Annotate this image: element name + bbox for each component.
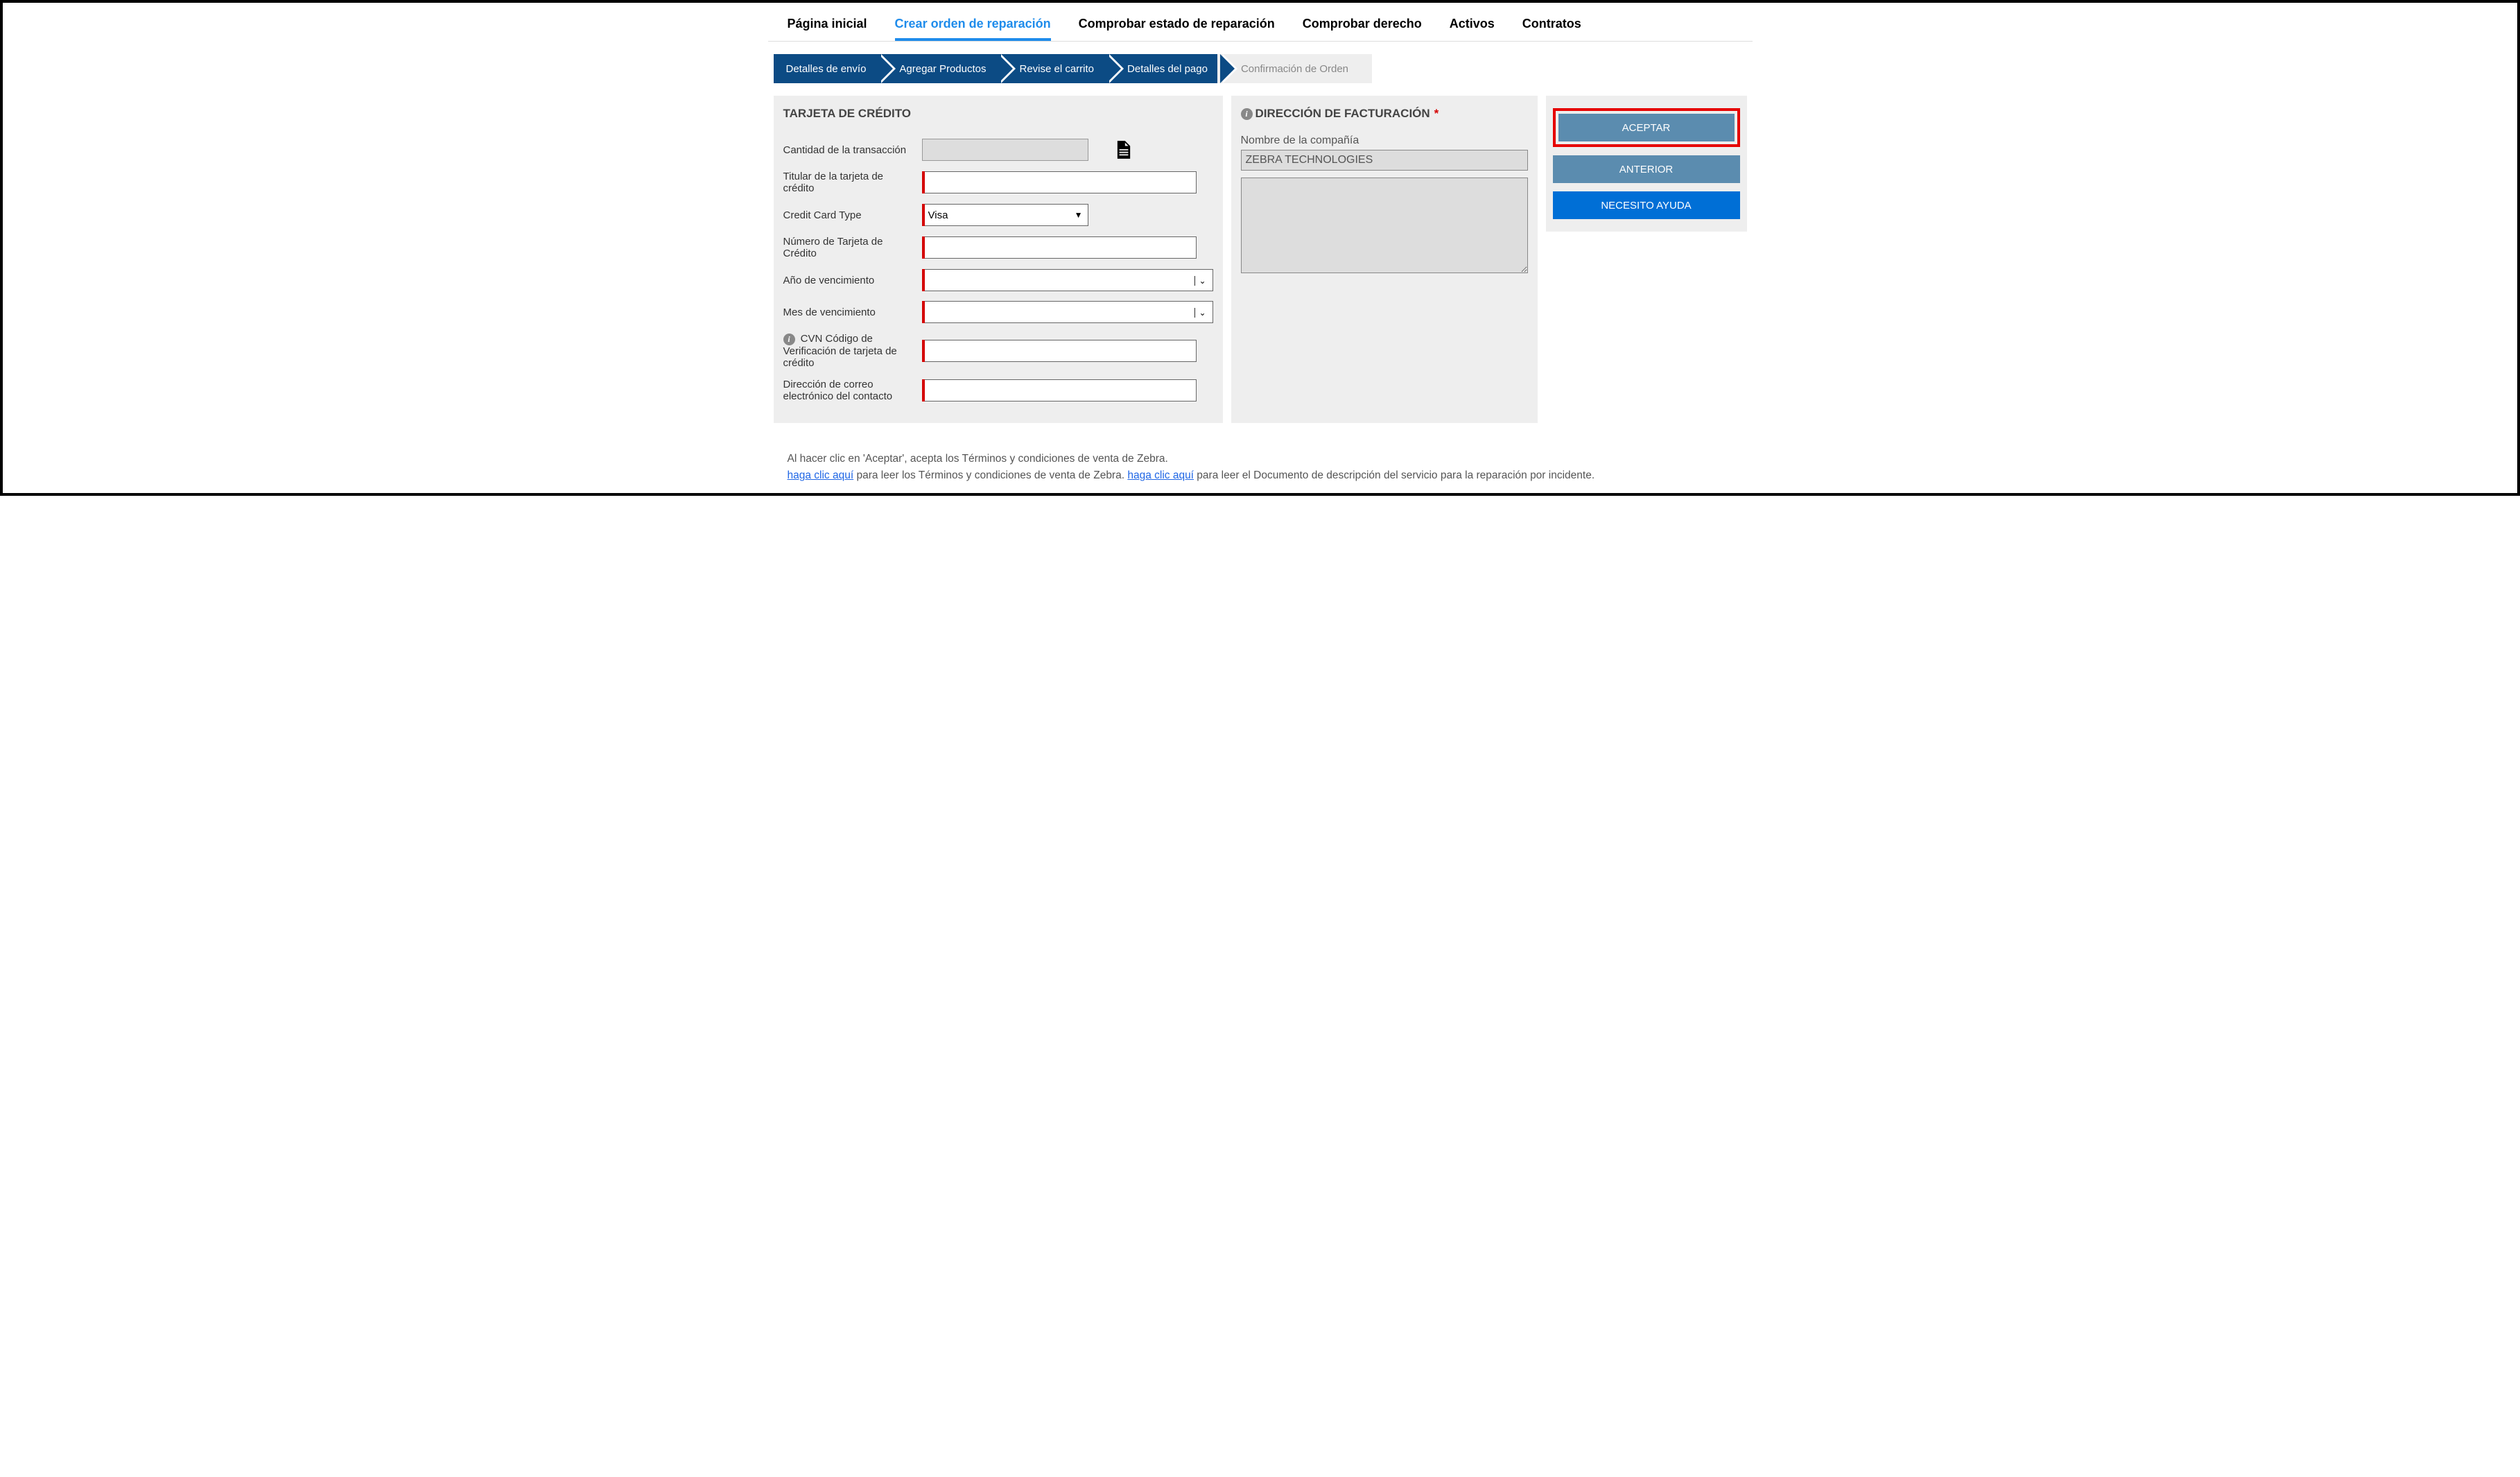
step-confirmacion: Confirmación de Orden xyxy=(1217,54,1372,83)
exp-year-select[interactable] xyxy=(922,269,1213,291)
exp-month-label: Mes de vencimiento xyxy=(783,306,922,318)
exp-month-select[interactable] xyxy=(922,301,1213,323)
credit-card-panel: TARJETA DE CRÉDITO Cantidad de la transa… xyxy=(774,96,1223,423)
card-type-label: Credit Card Type xyxy=(783,209,922,221)
footer-text: Al hacer clic en 'Aceptar', acepta los T… xyxy=(788,451,1744,485)
credit-card-title: TARJETA DE CRÉDITO xyxy=(783,107,1213,129)
help-button[interactable]: NECESITO AYUDA xyxy=(1553,191,1740,219)
footer-line1: Al hacer clic en 'Aceptar', acepta los T… xyxy=(788,453,1168,465)
info-icon[interactable]: i xyxy=(783,334,795,345)
cvn-input[interactable] xyxy=(922,340,1197,362)
top-nav: Página inicial Crear orden de reparación… xyxy=(768,11,1753,42)
amount-input[interactable] xyxy=(922,139,1088,161)
previous-button[interactable]: ANTERIOR xyxy=(1553,155,1740,183)
nav-comprobar-estado[interactable]: Comprobar estado de reparación xyxy=(1079,17,1275,41)
card-number-label: Número de Tarjeta de Crédito xyxy=(783,236,922,259)
terms-link[interactable]: haga clic aquí xyxy=(788,469,854,481)
document-icon[interactable] xyxy=(1116,140,1131,159)
footer-end2: para leer el Documento de descripción de… xyxy=(1194,469,1594,481)
actions-panel: ACEPTAR ANTERIOR NECESITO AYUDA xyxy=(1546,96,1747,232)
email-label: Dirección de correo electrónico del cont… xyxy=(783,379,922,402)
required-star: * xyxy=(1434,107,1439,121)
holder-input[interactable] xyxy=(922,171,1197,193)
card-number-input[interactable] xyxy=(922,236,1197,259)
company-input[interactable] xyxy=(1241,150,1528,171)
holder-label: Titular de la tarjeta de crédito xyxy=(783,171,922,194)
billing-panel: i DIRECCIÓN DE FACTURACIÓN * Nombre de l… xyxy=(1231,96,1538,423)
card-type-select[interactable] xyxy=(922,204,1088,226)
info-icon[interactable]: i xyxy=(1241,108,1253,120)
billing-address-textarea[interactable] xyxy=(1241,178,1528,273)
nav-crear-orden[interactable]: Crear orden de reparación xyxy=(895,17,1051,41)
nav-contratos[interactable]: Contratos xyxy=(1522,17,1581,41)
company-label: Nombre de la compañía xyxy=(1241,135,1528,147)
step-detalles-envio[interactable]: Detalles de envío xyxy=(774,54,879,83)
billing-title: DIRECCIÓN DE FACTURACIÓN xyxy=(1255,107,1430,121)
stepper: Detalles de envío Agregar Productos Revi… xyxy=(774,54,1747,83)
cvn-label: CVN Código de Verificación de tarjeta de… xyxy=(783,333,897,369)
amount-label: Cantidad de la transacción xyxy=(783,144,922,156)
exp-year-label: Año de vencimiento xyxy=(783,275,922,286)
email-input[interactable] xyxy=(922,379,1197,401)
nav-comprobar-derecho[interactable]: Comprobar derecho xyxy=(1303,17,1422,41)
footer-mid1: para leer los Términos y condiciones de … xyxy=(853,469,1127,481)
nav-activos[interactable]: Activos xyxy=(1450,17,1495,41)
accept-button[interactable]: ACEPTAR xyxy=(1558,114,1735,141)
service-doc-link[interactable]: haga clic aquí xyxy=(1127,469,1194,481)
nav-pagina-inicial[interactable]: Página inicial xyxy=(788,17,867,41)
accept-highlight-frame: ACEPTAR xyxy=(1553,108,1740,147)
